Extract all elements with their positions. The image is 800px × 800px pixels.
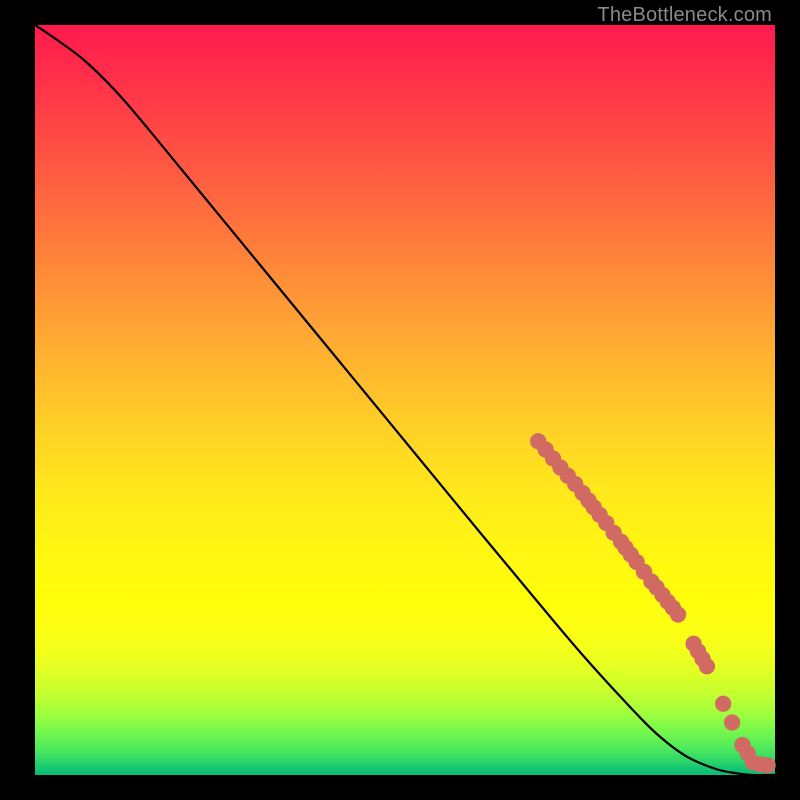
- data-point: [724, 714, 740, 730]
- plot-area: [35, 25, 775, 775]
- chart-frame: TheBottleneck.com: [0, 0, 800, 800]
- chart-svg: [35, 25, 775, 775]
- data-point: [715, 696, 731, 712]
- data-point: [759, 757, 775, 773]
- highlighted-points: [530, 433, 776, 773]
- bottleneck-curve-line: [35, 25, 775, 775]
- watermark-text: TheBottleneck.com: [597, 4, 772, 27]
- data-point: [699, 658, 715, 674]
- data-point: [670, 606, 686, 622]
